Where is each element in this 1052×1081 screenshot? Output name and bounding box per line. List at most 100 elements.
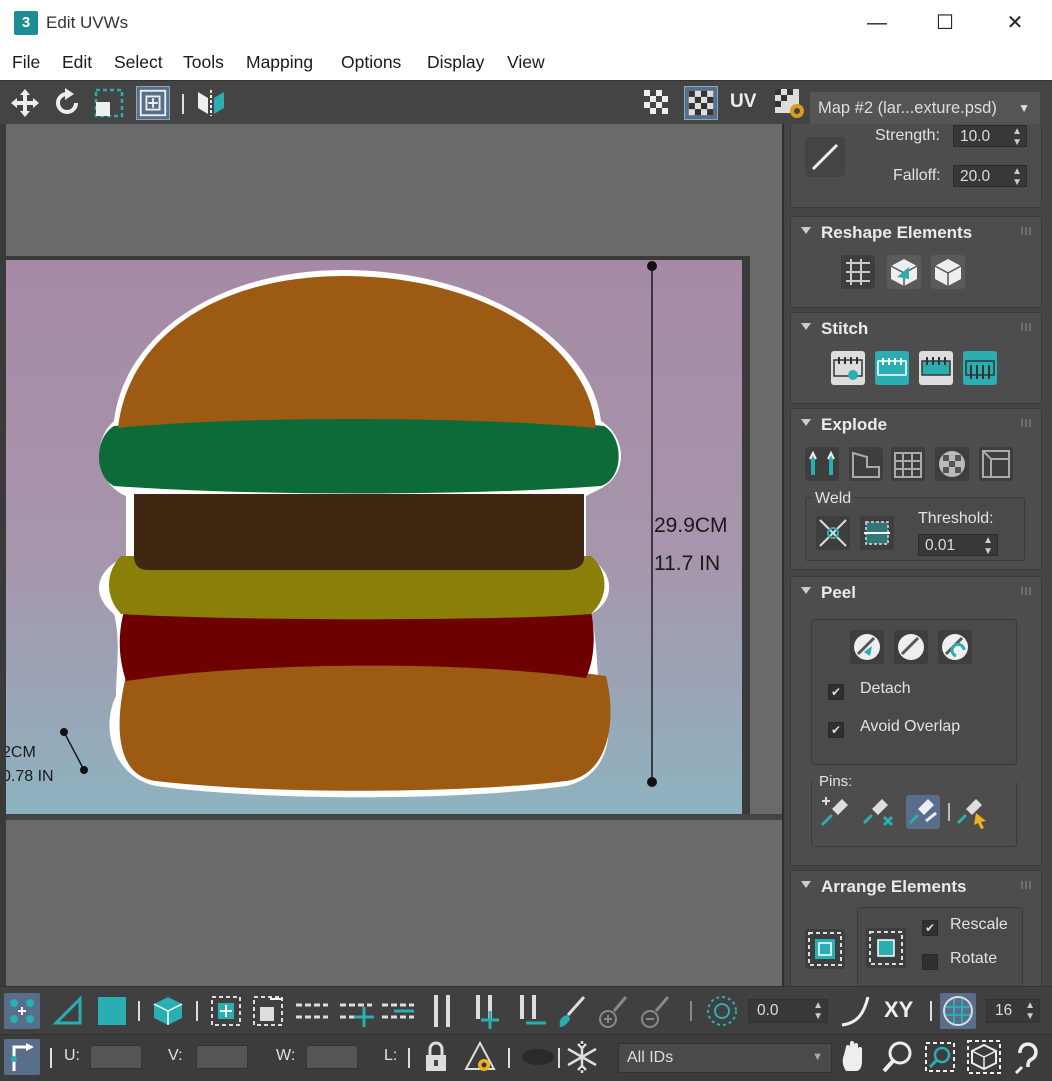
checker-map-icon[interactable]	[684, 86, 718, 120]
texture-map-dropdown[interactable]: Map #2 (lar...exture.psd) ▼	[810, 92, 1040, 124]
detach-button[interactable]	[849, 447, 883, 481]
texture-canvas[interactable]	[6, 256, 750, 814]
menu-options[interactable]: Options	[341, 52, 401, 73]
collapse-arrow-icon[interactable]	[801, 323, 811, 330]
show-icon[interactable]	[520, 1039, 556, 1075]
u-value-field[interactable]	[90, 1045, 142, 1069]
help-icon[interactable]	[1010, 1039, 1046, 1075]
element-icon[interactable]	[150, 993, 186, 1029]
avoid-overlap-checkbox[interactable]: ✔	[828, 722, 844, 738]
rescale-checkbox[interactable]: ✔	[922, 920, 938, 936]
grip-icon[interactable]	[1021, 881, 1031, 889]
loop-shrink-icon[interactable]	[380, 993, 416, 1029]
uv-viewport[interactable]: 29.9CM 11.7 IN 2CM 0.78 IN	[0, 124, 782, 986]
weld-target-button[interactable]	[816, 516, 850, 550]
grip-icon[interactable]	[1021, 587, 1031, 595]
explode-title[interactable]: Explode	[821, 415, 887, 435]
mirror-icon[interactable]	[194, 86, 228, 120]
stitch-title[interactable]: Stitch	[821, 319, 868, 339]
grid-size-field[interactable]: 16 ▲ ▼	[986, 999, 1040, 1023]
peel-mode-button[interactable]	[894, 630, 928, 664]
uv-label[interactable]: UV	[730, 91, 756, 113]
stitch-average-button[interactable]	[919, 351, 953, 385]
menu-select[interactable]: Select	[114, 52, 163, 73]
pack-together-button[interactable]	[866, 928, 906, 968]
grid-snap-button[interactable]	[940, 993, 976, 1029]
absolute-offset-button[interactable]	[4, 1039, 40, 1075]
edge-icon[interactable]	[50, 993, 86, 1029]
ring-shrink-icon[interactable]	[512, 993, 548, 1029]
grip-icon[interactable]	[1021, 419, 1031, 427]
paint-grow-icon[interactable]	[596, 993, 632, 1029]
threshold-spinner[interactable]: 0.01 ▲ ▼	[918, 534, 998, 557]
menu-edit[interactable]: Edit	[62, 52, 92, 73]
relax-button[interactable]	[887, 255, 921, 289]
detach-checkbox[interactable]: ✔	[828, 684, 844, 700]
grip-icon[interactable]	[1021, 323, 1031, 331]
falloff-angle-field[interactable]: 0.0 ▲ ▼	[748, 999, 828, 1023]
rotate-checkbox[interactable]	[922, 954, 938, 970]
paint-select-icon[interactable]	[554, 993, 590, 1029]
menu-mapping[interactable]: Mapping	[246, 52, 313, 73]
menu-display[interactable]: Display	[427, 52, 484, 73]
peel-reset-button[interactable]	[938, 630, 972, 664]
lock-icon[interactable]	[418, 1039, 454, 1075]
unpin-button[interactable]	[862, 795, 896, 829]
stitch-custom-button[interactable]	[831, 351, 865, 385]
scale-icon[interactable]	[92, 86, 126, 120]
pack-normalize-button[interactable]	[805, 929, 845, 969]
ring-icon[interactable]	[424, 993, 460, 1029]
collapse-arrow-icon[interactable]	[801, 881, 811, 888]
checker-grid-icon[interactable]	[640, 86, 674, 120]
flatten-by-smoothing-button[interactable]	[935, 447, 969, 481]
loop-grow-icon[interactable]	[338, 993, 374, 1029]
texture-settings-icon[interactable]	[772, 86, 806, 120]
zoom-icon[interactable]	[880, 1039, 916, 1075]
zoom-extents-icon[interactable]	[966, 1039, 1002, 1075]
grip-icon[interactable]	[1021, 227, 1031, 235]
reshape-title[interactable]: Reshape Elements	[821, 223, 972, 243]
relax-by-polygon-button[interactable]	[931, 255, 965, 289]
collapse-arrow-icon[interactable]	[801, 227, 811, 234]
ring-grow-icon[interactable]	[468, 993, 504, 1029]
flatten-by-polygon-button[interactable]	[891, 447, 925, 481]
loop-icon[interactable]	[294, 993, 330, 1029]
pan-icon[interactable]	[836, 1039, 872, 1075]
hide-icon[interactable]	[462, 1039, 498, 1075]
menu-view[interactable]: View	[507, 52, 545, 73]
material-ids-dropdown[interactable]: All IDs ▼	[618, 1043, 832, 1073]
grow-selection-icon[interactable]	[208, 993, 244, 1029]
paint-shrink-icon[interactable]	[638, 993, 674, 1029]
zoom-region-icon[interactable]	[922, 1039, 958, 1075]
v-value-field[interactable]	[196, 1045, 248, 1069]
auto-pin-button[interactable]	[906, 795, 940, 829]
w-value-field[interactable]	[306, 1045, 358, 1069]
falloff-spinner[interactable]: 20.0 ▲ ▼	[953, 165, 1027, 188]
stitch-to-target-button[interactable]	[963, 351, 997, 385]
quick-peel-button[interactable]	[850, 630, 884, 664]
polygon-icon[interactable]	[94, 993, 130, 1029]
freeform-icon[interactable]	[136, 86, 170, 120]
xy-space-toggle[interactable]: XY	[884, 997, 913, 1023]
paint-brush-button[interactable]	[805, 137, 845, 177]
freeze-icon[interactable]	[564, 1039, 600, 1075]
strength-spinner[interactable]: 10.0 ▲ ▼	[953, 125, 1027, 148]
weld-selected-button[interactable]	[860, 516, 894, 550]
select-pins-button[interactable]	[956, 795, 990, 829]
collapse-arrow-icon[interactable]	[801, 587, 811, 594]
falloff-curve-icon[interactable]	[838, 993, 874, 1029]
soft-selection-icon[interactable]	[704, 993, 740, 1029]
collapse-arrow-icon[interactable]	[801, 419, 811, 426]
point-to-point-seam-button[interactable]	[818, 795, 852, 829]
move-icon[interactable]	[8, 86, 42, 120]
menu-file[interactable]: File	[12, 52, 40, 73]
minimize-button[interactable]: —	[854, 6, 900, 40]
rotate-icon[interactable]	[50, 86, 84, 120]
stitch-to-source-button[interactable]	[875, 351, 909, 385]
arrange-title[interactable]: Arrange Elements	[821, 877, 967, 897]
flatten-by-material-button[interactable]	[979, 447, 1013, 481]
maximize-button[interactable]: ☐	[922, 6, 968, 40]
vertex-mode-button[interactable]	[4, 993, 40, 1029]
shrink-selection-icon[interactable]	[250, 993, 286, 1029]
peel-title[interactable]: Peel	[821, 583, 856, 603]
